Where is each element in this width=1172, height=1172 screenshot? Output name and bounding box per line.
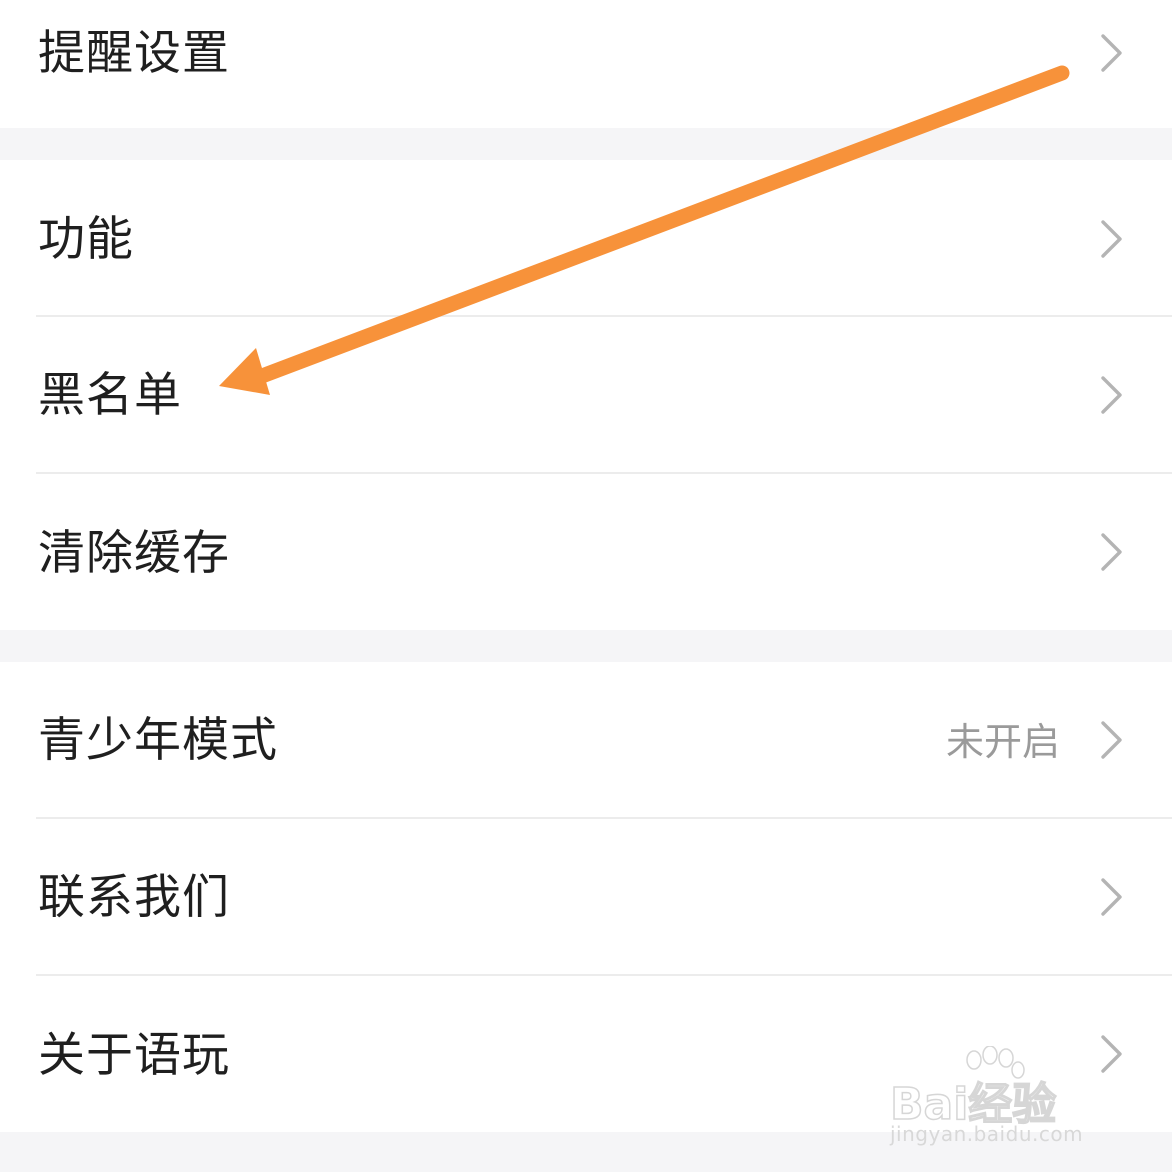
settings-item-label: 黑名单 bbox=[38, 368, 182, 423]
settings-item-about[interactable]: 关于语玩 bbox=[0, 976, 1172, 1132]
settings-item-label: 清除缓存 bbox=[38, 526, 230, 581]
settings-item-reminder[interactable]: 提醒设置 bbox=[0, 0, 1172, 128]
chevron-right-icon bbox=[1101, 721, 1122, 759]
chevron-right-icon bbox=[1101, 878, 1122, 916]
settings-page: 提醒设置 功能 黑名单 清除缓存 青少年模式 未开启 联系我们 关于语玩 Bai… bbox=[0, 0, 1172, 1172]
settings-item-label: 青少年模式 bbox=[38, 713, 278, 768]
teen-mode-status: 未开启 bbox=[945, 720, 1060, 764]
settings-item-features[interactable]: 功能 bbox=[0, 160, 1172, 316]
settings-item-contact-us[interactable]: 联系我们 bbox=[0, 819, 1172, 974]
settings-item-label: 关于语玩 bbox=[38, 1028, 230, 1083]
section-gap bbox=[0, 630, 1172, 662]
settings-item-label: 功能 bbox=[38, 212, 134, 267]
chevron-right-icon bbox=[1101, 376, 1122, 414]
chevron-right-icon bbox=[1101, 34, 1122, 72]
settings-item-blacklist[interactable]: 黑名单 bbox=[0, 317, 1172, 472]
section-gap bbox=[0, 1132, 1172, 1172]
chevron-right-icon bbox=[1101, 533, 1122, 571]
chevron-right-icon bbox=[1101, 220, 1122, 258]
settings-item-clear-cache[interactable]: 清除缓存 bbox=[0, 474, 1172, 630]
section-gap bbox=[0, 128, 1172, 160]
chevron-right-icon bbox=[1101, 1035, 1122, 1073]
settings-item-label: 提醒设置 bbox=[38, 26, 230, 81]
settings-item-label: 联系我们 bbox=[38, 870, 230, 925]
settings-item-teen-mode[interactable]: 青少年模式 未开启 bbox=[0, 662, 1172, 817]
